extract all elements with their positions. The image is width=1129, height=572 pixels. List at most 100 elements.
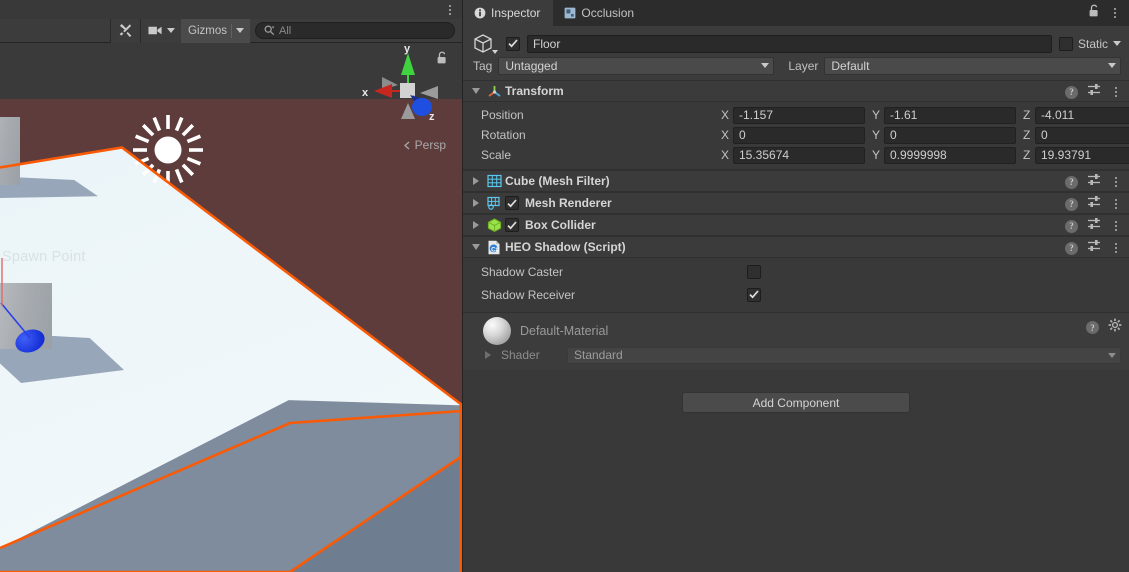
help-icon[interactable]: ?: [1065, 197, 1078, 211]
position-y-input[interactable]: -1.61: [884, 106, 1016, 124]
scale-z-input[interactable]: 19.93791: [1035, 146, 1129, 164]
help-icon[interactable]: ?: [1065, 175, 1078, 189]
component-kebab-menu-icon[interactable]: [1110, 241, 1122, 255]
mesh-filter-foldout-toggle[interactable]: [469, 177, 483, 185]
csharp-script-icon: C#: [483, 240, 505, 255]
tag-dropdown[interactable]: Untagged: [498, 56, 775, 75]
help-icon[interactable]: ?: [1065, 85, 1078, 99]
position-x-input[interactable]: -1.157: [733, 106, 865, 124]
component-title: Mesh Renderer: [525, 196, 612, 210]
transform-row-scale: Scale X 15.35674 Y 0.9999998 Z 19.93791: [463, 145, 1129, 165]
help-icon[interactable]: ?: [1065, 219, 1078, 233]
preset-sliders-icon[interactable]: [1087, 195, 1101, 213]
gameobject-enabled-checkbox[interactable]: [506, 36, 520, 51]
static-checkbox[interactable]: [1058, 36, 1073, 51]
scene-projection-label[interactable]: Persp: [403, 138, 446, 152]
shadow-caster-checkbox[interactable]: [747, 264, 761, 279]
component-kebab-menu-icon[interactable]: [1110, 197, 1122, 211]
mesh-renderer-enabled-checkbox[interactable]: [505, 196, 519, 210]
value: 19.93791: [1041, 148, 1092, 162]
property-label: Position: [481, 108, 524, 122]
axis-x-group: X -1.157: [721, 106, 872, 124]
gear-icon[interactable]: [1108, 318, 1122, 337]
gizmo-axis-z-label: z: [429, 111, 435, 123]
help-icon[interactable]: ?: [1086, 321, 1099, 334]
scale-y-input[interactable]: 0.9999998: [884, 146, 1016, 164]
transform-row-position: Position X -1.157 Y -1.61 Z -4.011: [463, 105, 1129, 125]
box-collider-icon: [483, 218, 505, 232]
add-component-button[interactable]: Add Component: [682, 392, 910, 413]
cube-gameobject-icon[interactable]: [473, 33, 499, 55]
rotation-z-input[interactable]: 0: [1035, 126, 1129, 144]
preset-sliders-icon[interactable]: [1087, 83, 1101, 101]
scene-search-input[interactable]: All: [255, 22, 455, 39]
box-collider-enabled-checkbox[interactable]: [505, 218, 519, 232]
position-z-input[interactable]: -4.011: [1035, 106, 1129, 124]
chevron-down-icon: [236, 28, 244, 33]
scale-x-input[interactable]: 15.35674: [733, 146, 865, 164]
scene-viewport[interactable]: Spawn Point y x z Persp: [0, 43, 462, 572]
gizmos-dropdown[interactable]: Gizmos: [181, 18, 250, 43]
tag-value: Untagged: [505, 58, 558, 73]
preset-sliders-icon[interactable]: [1087, 239, 1101, 257]
component-kebab-menu-icon[interactable]: [1110, 219, 1122, 233]
scene-tab-strip: [0, 0, 462, 19]
component-row-actions: ?: [1065, 193, 1122, 215]
tools-wrench-icon[interactable]: [111, 18, 141, 43]
scene-camera-dropdown[interactable]: [141, 18, 182, 43]
scene-orientation-gizmo[interactable]: y x z: [358, 43, 458, 151]
tab-occlusion[interactable]: Occlusion: [553, 0, 647, 26]
component-header-mesh-filter[interactable]: Cube (Mesh Filter) ?: [463, 170, 1129, 192]
layer-label: Layer: [788, 58, 819, 73]
tag-layer-row: Tag Untagged Layer Default: [463, 56, 1129, 80]
axis-y-group: Y 0.9999998: [872, 146, 1023, 164]
chevron-left-icon: [403, 141, 410, 149]
component-header-mesh-renderer[interactable]: Mesh Renderer ?: [463, 192, 1129, 214]
shader-dropdown[interactable]: Standard: [567, 346, 1121, 364]
component-header-transform[interactable]: Transform ?: [463, 80, 1129, 102]
heo-shadow-foldout-toggle[interactable]: [469, 244, 483, 250]
projection-mode-text: Persp: [414, 138, 446, 152]
mesh-filter-icon: [483, 174, 505, 188]
tab-inspector[interactable]: Inspector: [463, 0, 554, 26]
material-foldout-toggle[interactable]: [485, 351, 501, 359]
value: 0: [1041, 128, 1048, 142]
transform-properties: Position X -1.157 Y -1.61 Z -4.011 Rotat…: [463, 102, 1129, 170]
static-toggle-group[interactable]: Static: [1058, 36, 1121, 51]
component-header-box-collider[interactable]: Box Collider ?: [463, 214, 1129, 236]
spawn-point-gizmo-line: [0, 258, 31, 339]
shadow-receiver-checkbox[interactable]: [747, 287, 761, 302]
inspector-kebab-menu-icon[interactable]: [1109, 6, 1121, 20]
box-collider-foldout-toggle[interactable]: [469, 221, 483, 229]
material-row-actions: ?: [1086, 318, 1122, 337]
value: -4.011: [1041, 108, 1075, 122]
inspector-panel: Inspector Occlusion Floor Static Tag Unt…: [462, 0, 1129, 572]
component-title: Box Collider: [525, 218, 596, 232]
shader-value: Standard: [574, 348, 623, 362]
scene-search-placeholder: All: [279, 24, 292, 37]
inspector-lock-icon[interactable]: [1088, 4, 1100, 23]
scene-cube-left[interactable]: [0, 117, 20, 185]
component-row-actions: ?: [1065, 171, 1122, 193]
gameobject-name-input[interactable]: Floor: [527, 34, 1052, 53]
gizmos-label: Gizmos: [188, 24, 227, 37]
axis-y-letter: Y: [872, 128, 881, 142]
component-kebab-menu-icon[interactable]: [1110, 175, 1122, 189]
rotation-y-input[interactable]: 0: [884, 126, 1016, 144]
scene-kebab-menu-icon[interactable]: [444, 3, 456, 17]
component-kebab-menu-icon[interactable]: [1110, 85, 1122, 99]
layer-dropdown[interactable]: Default: [824, 56, 1121, 75]
directional-light-sun-icon[interactable]: [129, 111, 207, 189]
help-icon[interactable]: ?: [1065, 241, 1078, 255]
mesh-renderer-foldout-toggle[interactable]: [469, 199, 483, 207]
chevron-down-icon[interactable]: [1113, 41, 1121, 46]
transform-foldout-toggle[interactable]: [469, 88, 483, 94]
heo-shadow-properties: Shadow Caster Shadow Receiver: [463, 258, 1129, 312]
component-header-heo-shadow[interactable]: C# HEO Shadow (Script) ?: [463, 236, 1129, 258]
preset-sliders-icon[interactable]: [1087, 217, 1101, 235]
shadow-caster-cell: [747, 264, 1129, 279]
preset-sliders-icon[interactable]: [1087, 173, 1101, 191]
rotation-x-input[interactable]: 0: [733, 126, 865, 144]
component-row-actions: ?: [1065, 237, 1122, 259]
material-sphere-preview: [483, 317, 511, 345]
